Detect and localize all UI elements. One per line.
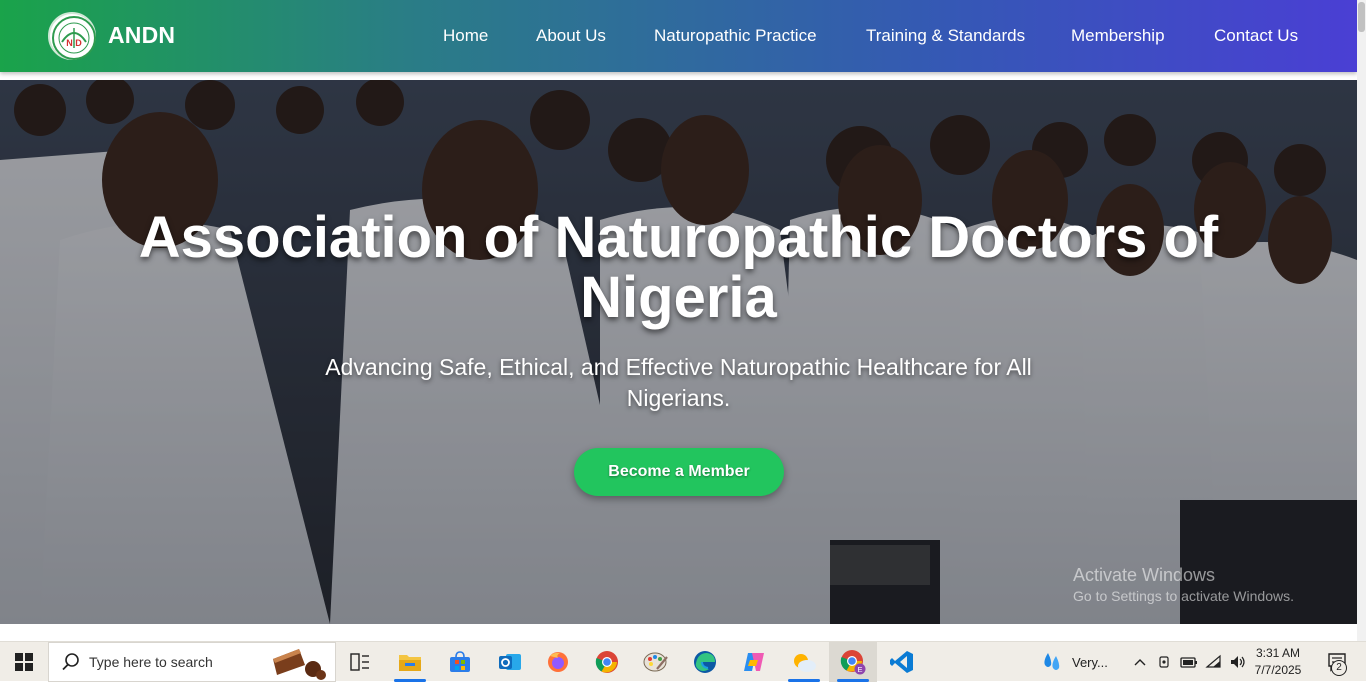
chevron-up-icon[interactable] <box>1132 654 1148 670</box>
main-nav: Home About Us Naturopathic Practice Trai… <box>0 26 1357 50</box>
notification-count-badge: 2 <box>1331 660 1347 676</box>
watermark-title: Activate Windows <box>1073 565 1216 585</box>
system-tray <box>1132 642 1247 682</box>
search-placeholder: Type here to search <box>89 654 213 670</box>
volume-icon[interactable] <box>1229 654 1247 670</box>
nav-naturopathic-practice[interactable]: Naturopathic Practice <box>654 26 817 46</box>
file-explorer-icon <box>399 655 421 671</box>
taskbar-outlook[interactable] <box>486 642 534 682</box>
microsoft-store-icon <box>450 651 470 672</box>
paint-icon <box>643 652 668 672</box>
vscode-icon <box>890 651 913 673</box>
nav-membership[interactable]: Membership <box>1071 26 1165 46</box>
activate-windows-watermark: Activate Windows Go to Settings to activ… <box>1073 564 1294 606</box>
taskbar-clock[interactable]: 3:31 AM 7/7/2025 <box>1250 645 1306 679</box>
hero-section: Association of Naturopathic Doctors of N… <box>0 80 1357 624</box>
windows-logo-icon <box>15 653 33 671</box>
battery-icon[interactable] <box>1180 654 1198 670</box>
start-button[interactable] <box>0 642 48 682</box>
clock-time: 3:31 AM <box>1255 646 1301 660</box>
taskbar-file-explorer[interactable] <box>386 642 434 682</box>
wifi-icon[interactable] <box>1205 654 1223 670</box>
taskbar-vscode[interactable] <box>878 642 926 682</box>
svg-text:E: E <box>857 665 862 674</box>
hero-title-line2: Nigeria <box>580 265 777 330</box>
outlook-icon <box>499 654 521 670</box>
hero-subtitle: Advancing Safe, Ethical, and Effective N… <box>325 354 1032 411</box>
windows-taskbar: Type here to search E Very... 3:31 AM 7/… <box>0 641 1366 682</box>
taskbar-copilot[interactable] <box>730 642 778 682</box>
become-member-button[interactable]: Become a Member <box>574 448 784 496</box>
task-view-icon <box>350 653 369 671</box>
taskbar-firefox[interactable] <box>534 642 582 682</box>
taskbar-microsoft-store[interactable] <box>436 642 484 682</box>
taskbar-chrome-profile[interactable]: E <box>829 642 877 682</box>
page-scrollbar[interactable] <box>1357 0 1366 641</box>
scrollbar-thumb[interactable] <box>1358 2 1365 32</box>
taskbar-paint[interactable] <box>632 642 680 682</box>
weather-text: Very... <box>1072 654 1108 670</box>
search-icon <box>62 653 79 671</box>
raindrop-icon <box>1044 653 1060 670</box>
edge-icon <box>694 651 716 673</box>
hero-title-line1: Association of Naturopathic Doctors of <box>138 205 1219 270</box>
nav-home[interactable]: Home <box>443 26 488 46</box>
nav-about-us[interactable]: About Us <box>536 26 606 46</box>
hero-title: Association of Naturopathic Doctors of N… <box>0 208 1357 328</box>
weather-tray[interactable]: Very... <box>1040 642 1108 682</box>
firefox-icon <box>548 652 568 672</box>
weather-icon <box>794 654 816 672</box>
site-header: N D ANDN Home About Us Naturopathic Prac… <box>0 0 1357 72</box>
copilot-icon <box>744 653 764 671</box>
watermark-hint: Go to Settings to activate Windows. <box>1073 588 1294 604</box>
taskbar-search[interactable]: Type here to search <box>48 642 336 682</box>
chocolate-cake-icon <box>273 649 326 680</box>
nav-contact-us[interactable]: Contact Us <box>1214 26 1298 46</box>
taskbar-weather[interactable] <box>780 642 828 682</box>
clock-date: 7/7/2025 <box>1254 663 1302 677</box>
taskbar-chrome[interactable] <box>583 642 631 682</box>
task-view-button[interactable] <box>336 642 384 682</box>
chrome-profile-icon: E <box>840 650 866 675</box>
meet-now-icon[interactable] <box>1157 654 1173 670</box>
chrome-icon <box>595 651 618 673</box>
nav-training-standards[interactable]: Training & Standards <box>866 26 1025 46</box>
taskbar-edge[interactable] <box>681 642 729 682</box>
